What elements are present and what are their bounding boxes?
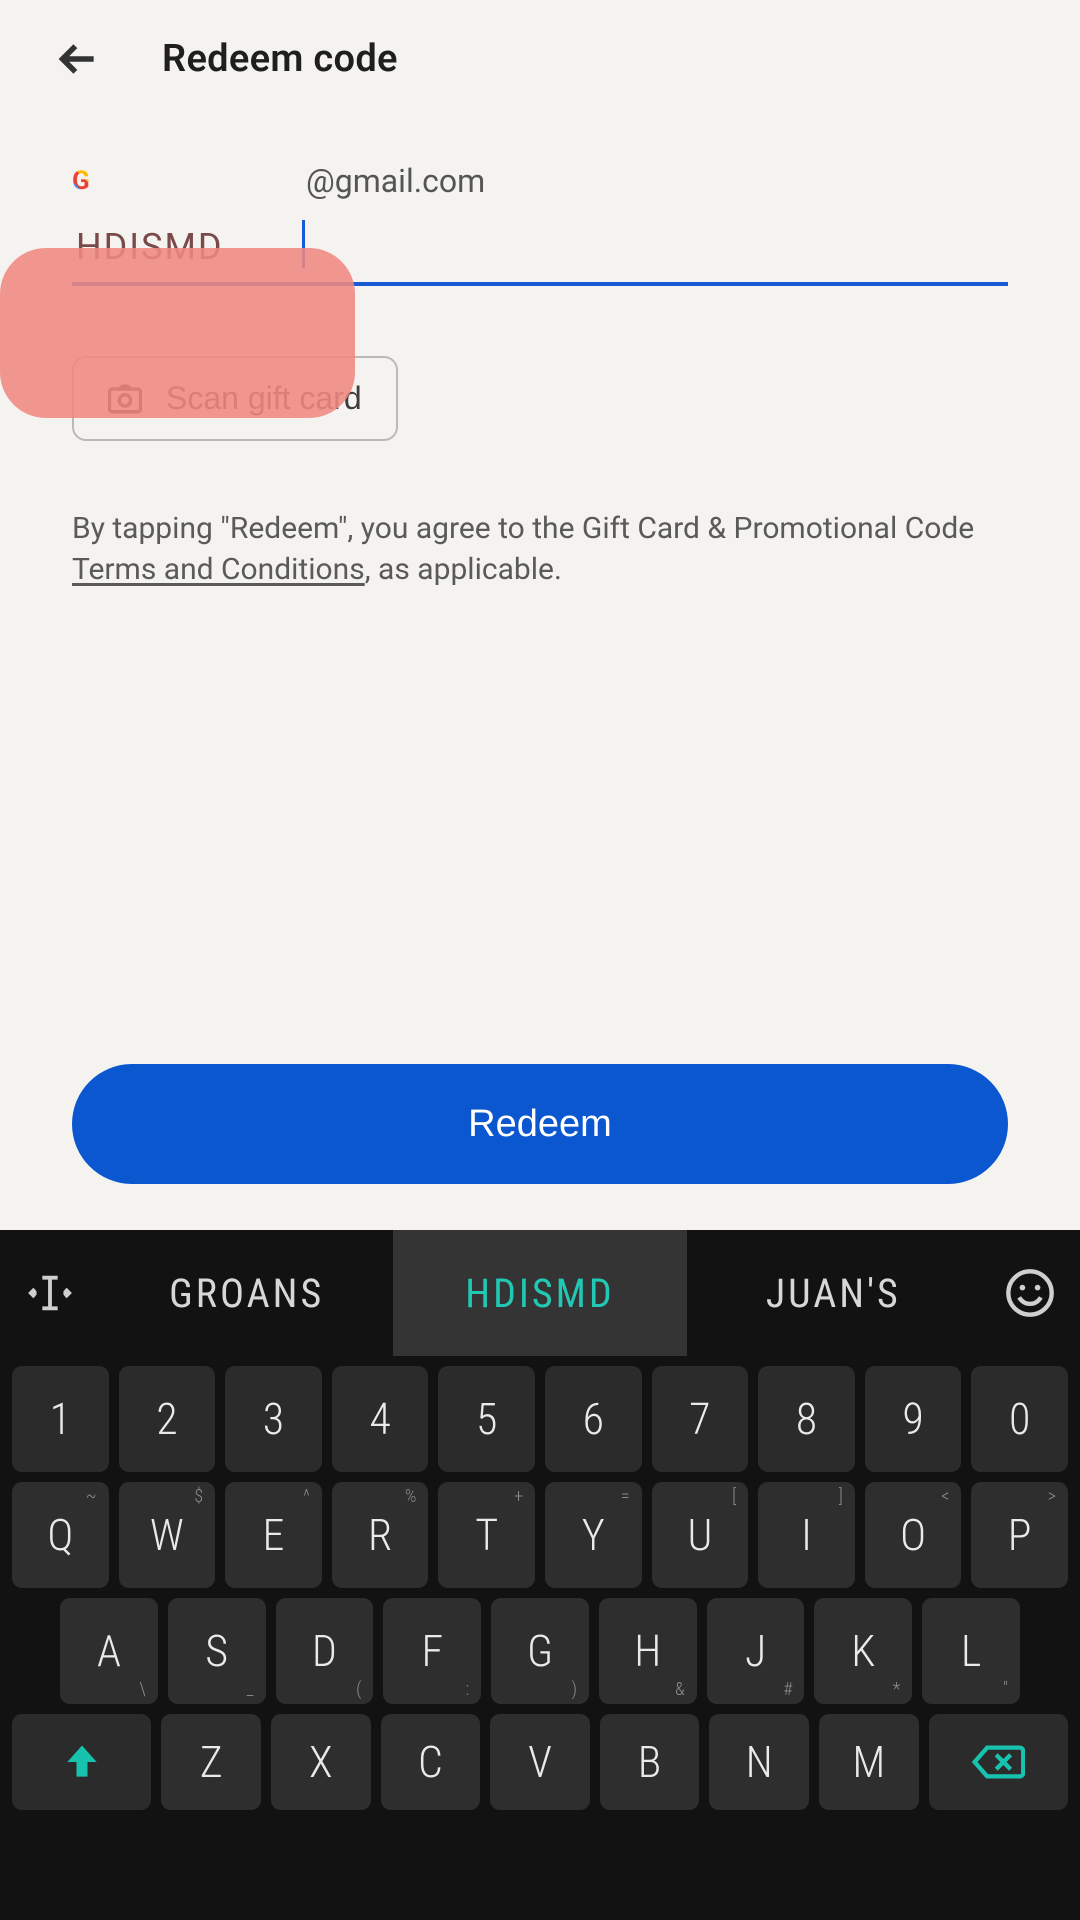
- key-hint: =: [621, 1486, 630, 1507]
- key-hint: ^: [303, 1486, 310, 1507]
- key-hint: ~: [86, 1486, 97, 1507]
- key-hint: &: [675, 1679, 685, 1700]
- scan-gift-card-button[interactable]: Scan gift card: [72, 356, 398, 441]
- suggestion-1[interactable]: HDISMD: [393, 1230, 686, 1356]
- key-3[interactable]: 3: [225, 1366, 322, 1472]
- key-hint: %: [405, 1486, 417, 1507]
- key-e[interactable]: E^: [225, 1482, 322, 1588]
- back-button[interactable]: [56, 36, 102, 82]
- key-hint: ): [572, 1679, 577, 1700]
- key-hint: >: [1048, 1486, 1056, 1507]
- emoji-icon: [1004, 1267, 1056, 1319]
- arrow-left-icon: [57, 37, 101, 81]
- key-8[interactable]: 8: [758, 1366, 855, 1472]
- key-b[interactable]: B: [600, 1714, 700, 1810]
- key-hint: *: [893, 1679, 901, 1700]
- key-c[interactable]: C: [381, 1714, 481, 1810]
- key-9[interactable]: 9: [865, 1366, 962, 1472]
- key-hint: :: [465, 1679, 469, 1700]
- key-4[interactable]: 4: [332, 1366, 429, 1472]
- key-g[interactable]: G): [491, 1598, 589, 1704]
- key-d[interactable]: D(: [276, 1598, 374, 1704]
- key-m[interactable]: M: [819, 1714, 919, 1810]
- key-j[interactable]: J#: [707, 1598, 805, 1704]
- key-a[interactable]: A\: [60, 1598, 158, 1704]
- key-hint: ]: [839, 1486, 843, 1507]
- emoji-button[interactable]: [980, 1230, 1080, 1356]
- key-1[interactable]: 1: [12, 1366, 109, 1472]
- text-caret: [302, 220, 305, 268]
- key-i[interactable]: I]: [758, 1482, 855, 1588]
- key-s[interactable]: S_: [168, 1598, 266, 1704]
- redeem-button[interactable]: Redeem: [72, 1064, 1008, 1184]
- backspace-icon: [971, 1743, 1025, 1781]
- key-n[interactable]: N: [709, 1714, 809, 1810]
- shift-key[interactable]: [12, 1714, 151, 1810]
- key-h[interactable]: H&: [599, 1598, 697, 1704]
- key-p[interactable]: P>: [971, 1482, 1068, 1588]
- key-l[interactable]: L": [922, 1598, 1020, 1704]
- soft-keyboard: GROANS HDISMD JUAN'S 1234567890 Q~W$E^R%…: [0, 1230, 1080, 1920]
- backspace-key[interactable]: [929, 1714, 1068, 1810]
- key-5[interactable]: 5: [438, 1366, 535, 1472]
- key-hint: $: [194, 1486, 203, 1507]
- key-v[interactable]: V: [490, 1714, 590, 1810]
- page-title: Redeem code: [162, 37, 398, 81]
- account-email: @gmail.com: [306, 162, 485, 200]
- key-r[interactable]: R%: [332, 1482, 429, 1588]
- key-hint: _: [247, 1679, 254, 1700]
- key-z[interactable]: Z: [161, 1714, 261, 1810]
- key-w[interactable]: W$: [119, 1482, 216, 1588]
- key-k[interactable]: K*: [814, 1598, 912, 1704]
- key-o[interactable]: O<: [865, 1482, 962, 1588]
- key-u[interactable]: U[: [652, 1482, 749, 1588]
- app-bar: Redeem code: [0, 0, 1080, 102]
- key-t[interactable]: T+: [438, 1482, 535, 1588]
- key-y[interactable]: Y=: [545, 1482, 642, 1588]
- account-row: G @gmail.com: [72, 162, 1008, 200]
- key-0[interactable]: 0: [971, 1366, 1068, 1472]
- key-6[interactable]: 6: [545, 1366, 642, 1472]
- camera-icon: [108, 384, 142, 414]
- key-7[interactable]: 7: [652, 1366, 749, 1472]
- key-hint: +: [514, 1486, 523, 1507]
- suggestion-2[interactable]: JUAN'S: [687, 1230, 980, 1356]
- shift-icon: [60, 1740, 104, 1784]
- key-hint: #: [783, 1679, 792, 1700]
- key-hint: [: [732, 1486, 736, 1507]
- code-input[interactable]: [72, 208, 1008, 286]
- key-hint: ": [1003, 1679, 1008, 1700]
- google-logo-icon: G: [72, 166, 102, 196]
- key-hint: <: [941, 1486, 949, 1507]
- key-hint: \: [139, 1679, 145, 1700]
- cursor-move-handle[interactable]: [0, 1230, 100, 1356]
- scan-button-label: Scan gift card: [166, 380, 362, 417]
- suggestion-0[interactable]: GROANS: [100, 1230, 393, 1356]
- terms-and-conditions-link[interactable]: Terms and Conditions: [72, 552, 365, 587]
- key-x[interactable]: X: [271, 1714, 371, 1810]
- legal-text: By tapping "Redeem", you agree to the Gi…: [72, 509, 1008, 590]
- key-2[interactable]: 2: [119, 1366, 216, 1472]
- key-q[interactable]: Q~: [12, 1482, 109, 1588]
- text-cursor-icon: [27, 1270, 73, 1316]
- key-f[interactable]: F:: [383, 1598, 481, 1704]
- key-hint: (: [356, 1679, 361, 1700]
